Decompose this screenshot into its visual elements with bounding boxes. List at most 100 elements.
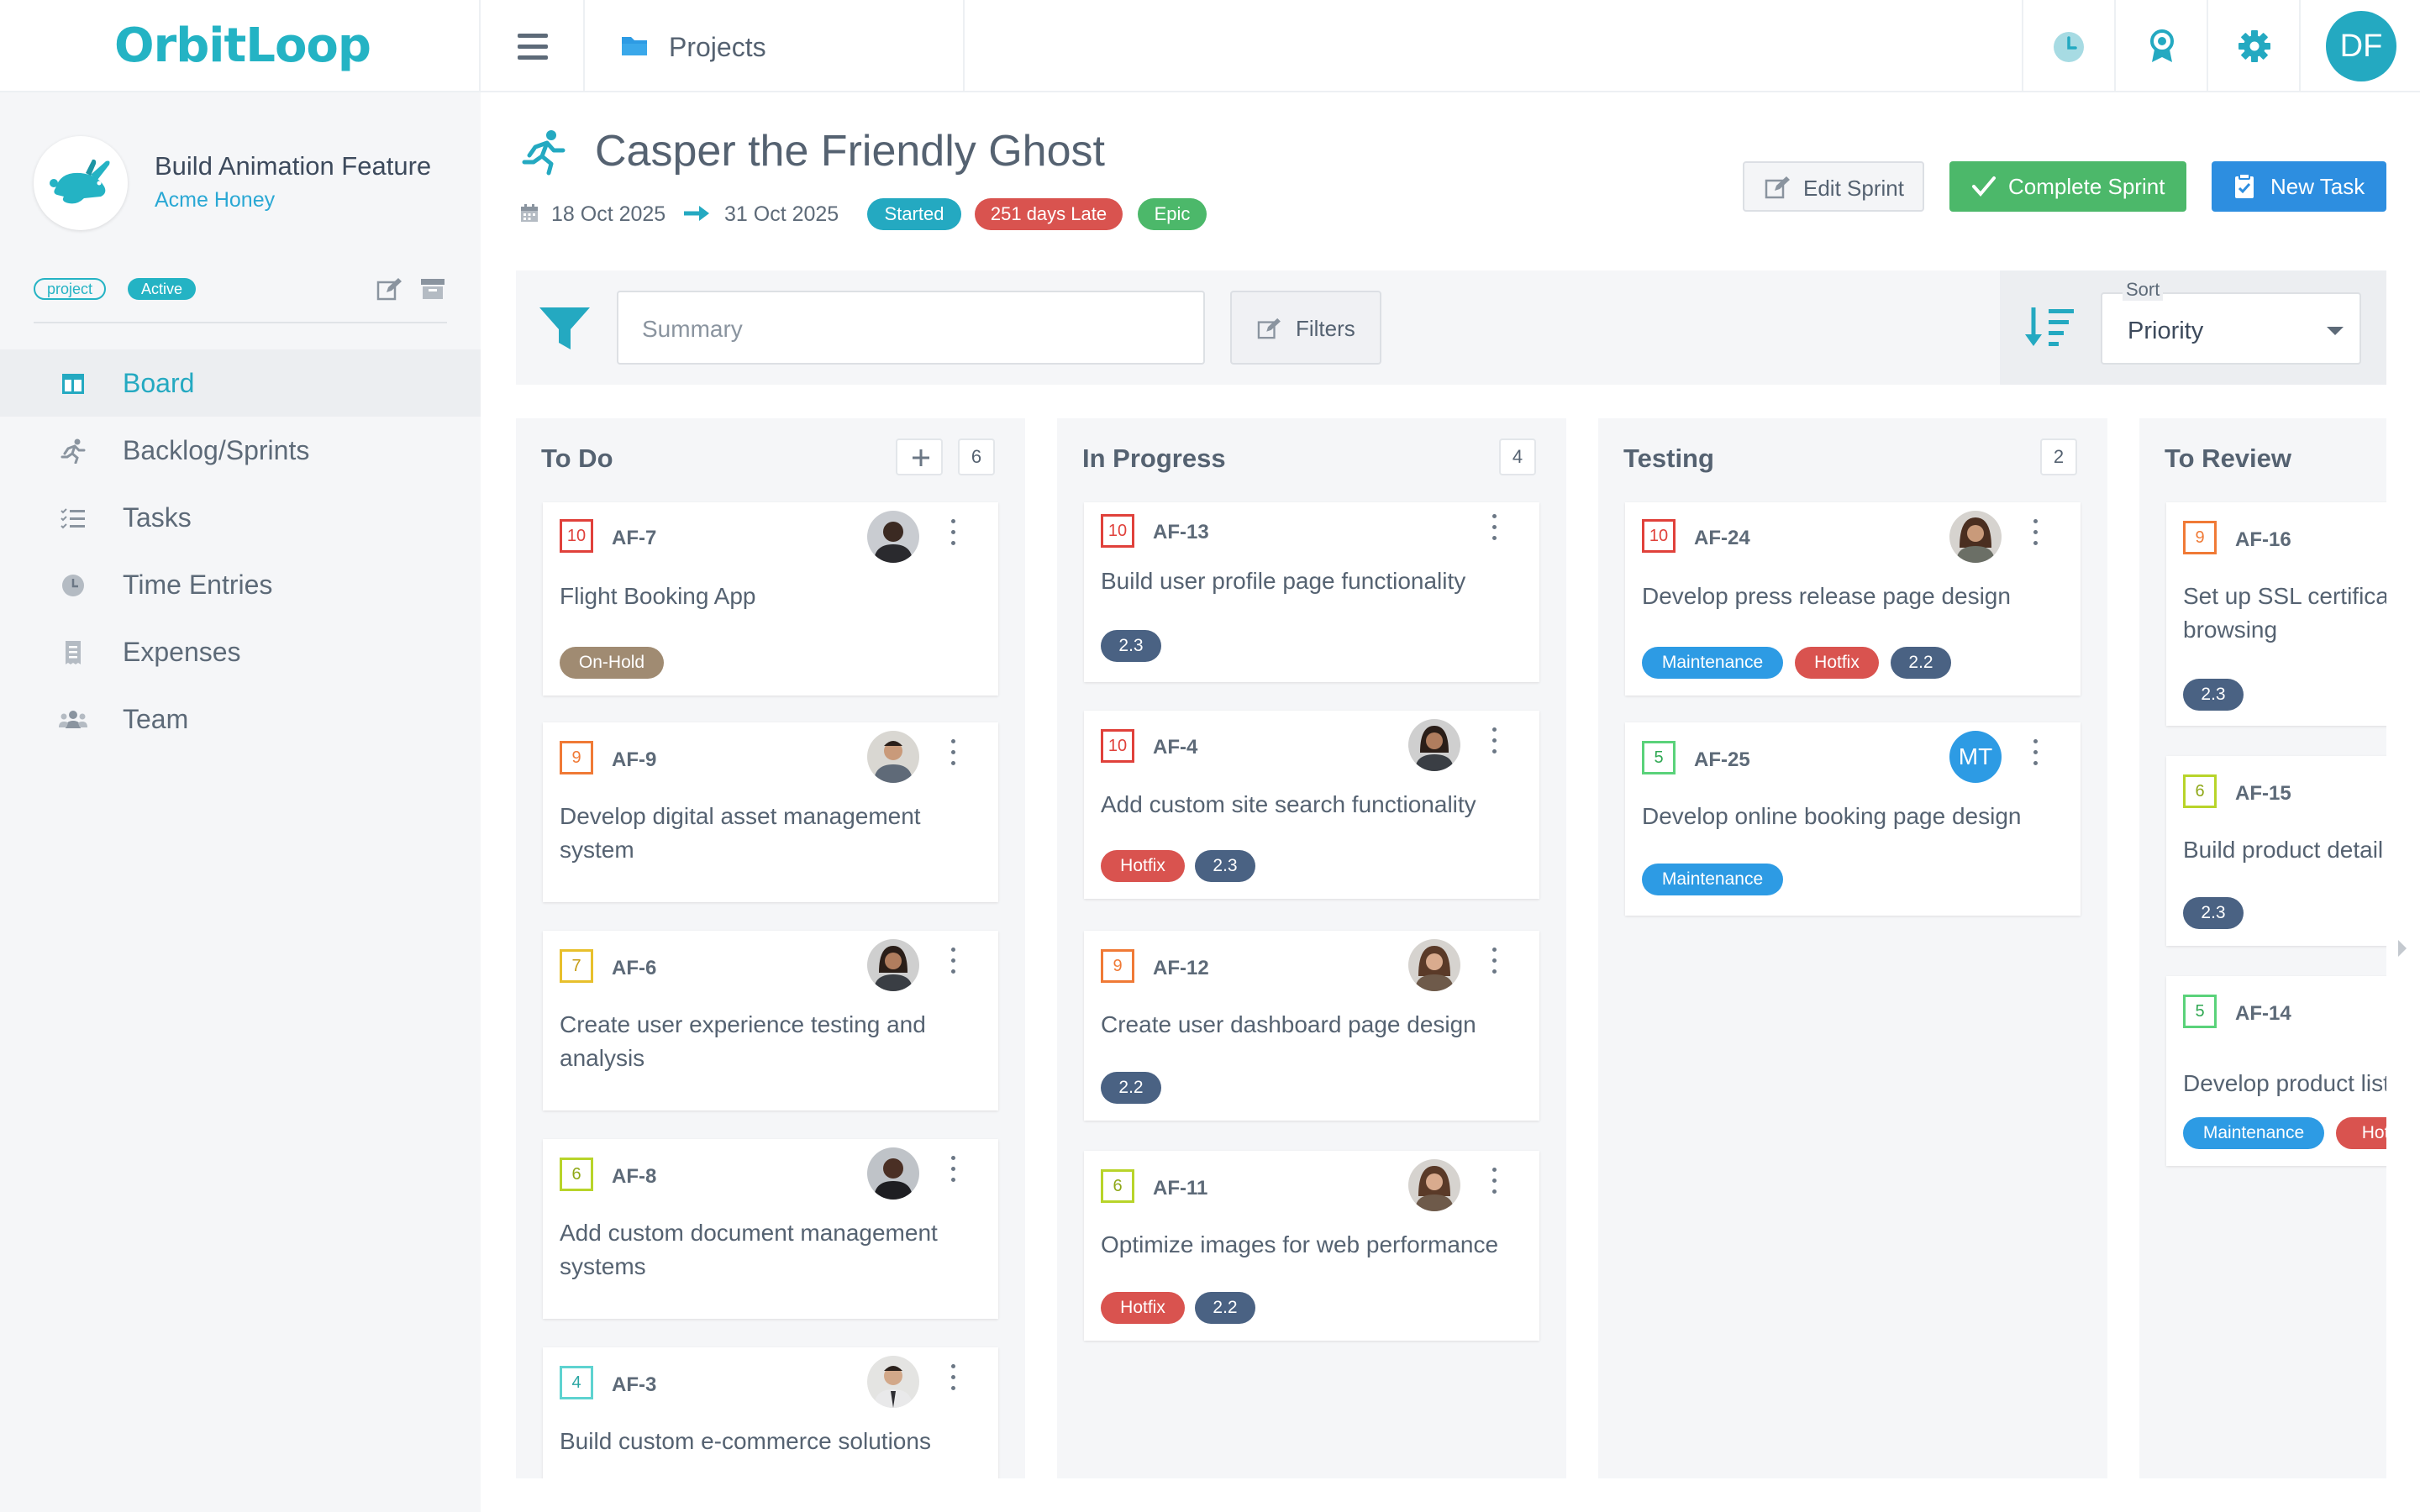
awards-button[interactable] [2114, 0, 2207, 92]
filter-icon[interactable] [538, 306, 592, 353]
app-logo[interactable]: OrbitLoop [114, 18, 371, 73]
more-options-icon[interactable] [1491, 514, 1497, 548]
task-card[interactable]: 5 AF-14 Develop product list Maintenance… [2166, 976, 2386, 1166]
task-key[interactable]: AF-13 [1153, 521, 1209, 544]
avatar[interactable] [867, 511, 919, 563]
task-key[interactable]: AF-6 [612, 957, 656, 980]
task-card[interactable]: 9 AF-16 Set up SSL certifica browsing 2.… [2166, 502, 2386, 726]
task-title: Build user profile page functionality [1101, 568, 1466, 594]
avatar[interactable] [1949, 511, 2002, 563]
settings-button[interactable] [2207, 0, 2299, 92]
version-tag: 2.3 [1101, 630, 1161, 662]
user-avatar[interactable]: DF [2326, 11, 2396, 81]
gear-icon [2238, 30, 2270, 62]
archive-icon[interactable] [420, 277, 445, 301]
edit-sprint-button[interactable]: Edit Sprint [1743, 161, 1924, 212]
avatar[interactable] [1408, 1159, 1460, 1211]
task-card[interactable]: 9 AF-9 Develop digital asset management … [543, 722, 998, 902]
sidebar-item-time-entries[interactable]: Time Entries [0, 551, 481, 618]
avatar[interactable]: MT [1949, 731, 2002, 783]
edit-icon[interactable] [376, 277, 402, 301]
top-bar: OrbitLoop Projects DF [0, 0, 2420, 92]
task-title: Develop product list [2183, 1070, 2386, 1096]
task-title: Develop digital asset management system [560, 803, 921, 863]
new-task-button[interactable]: New Task [2212, 161, 2386, 212]
more-options-icon[interactable] [950, 948, 956, 981]
task-key[interactable]: AF-12 [1153, 957, 1209, 980]
version-tag: 2.3 [2183, 679, 2244, 711]
task-title: Build custom e-commerce solutions [560, 1428, 931, 1454]
task-card[interactable]: 6 AF-8 Add custom document management sy… [543, 1139, 998, 1319]
more-options-icon[interactable] [1491, 1168, 1497, 1201]
sort-descending-icon[interactable] [2023, 304, 2075, 351]
status-tag: On-Hold [560, 647, 664, 679]
time-tracker-button[interactable] [2022, 0, 2114, 92]
scroll-right-icon[interactable] [2396, 939, 2408, 958]
sidebar-item-tasks[interactable]: Tasks [0, 484, 481, 551]
project-avatar [34, 136, 128, 230]
clock-icon [2054, 32, 2084, 62]
project-client-link[interactable]: Acme Honey [155, 188, 275, 213]
task-card[interactable]: 6 AF-11 Optimize images for web performa… [1084, 1151, 1539, 1341]
task-key[interactable]: AF-15 [2235, 782, 2291, 806]
task-key[interactable]: AF-4 [1153, 736, 1197, 759]
sidebar-item-team[interactable]: Team [0, 685, 481, 753]
more-options-icon[interactable] [950, 739, 956, 773]
avatar[interactable] [1408, 939, 1460, 991]
avatar[interactable] [1408, 719, 1460, 771]
task-key[interactable]: AF-16 [2235, 528, 2291, 552]
task-card[interactable]: 10 AF-13 Build user profile page functio… [1084, 502, 1539, 682]
task-card[interactable]: 4 AF-3 Build custom e-commerce solutions [543, 1347, 998, 1478]
task-key[interactable]: AF-7 [612, 527, 656, 550]
filters-button[interactable]: Filters [1230, 291, 1381, 365]
avatar[interactable] [867, 1356, 919, 1408]
complete-sprint-button[interactable]: Complete Sprint [1949, 161, 2186, 212]
task-key[interactable]: AF-3 [612, 1373, 656, 1397]
user-menu[interactable]: DF [2299, 0, 2396, 92]
sort-select[interactable]: Priority [2101, 292, 2361, 365]
sidebar-item-expenses[interactable]: Expenses [0, 618, 481, 685]
add-task-button[interactable] [896, 438, 943, 475]
more-options-icon[interactable] [1491, 948, 1497, 981]
edit-sprint-label: Edit Sprint [1803, 176, 1904, 201]
task-key[interactable]: AF-24 [1694, 527, 1750, 550]
task-title-line: Set up SSL certifica [2183, 583, 2386, 609]
task-card[interactable]: 5 AF-25 MT Develop online booking page d… [1625, 722, 2081, 916]
tasks-list-icon [60, 508, 85, 529]
more-options-icon[interactable] [950, 1156, 956, 1189]
task-key[interactable]: AF-8 [612, 1165, 656, 1189]
summary-search-input[interactable]: Summary [617, 291, 1205, 365]
task-card[interactable]: 6 AF-15 Build product detail 2.3 [2166, 756, 2386, 946]
avatar[interactable] [867, 939, 919, 991]
person-photo [867, 731, 919, 783]
task-key[interactable]: AF-11 [1153, 1177, 1207, 1200]
task-title: Add custom site search functionality [1101, 791, 1476, 817]
sidebar-item-label: Backlog/Sprints [123, 435, 310, 465]
column-count: 4 [1499, 438, 1536, 475]
task-card[interactable]: 10 AF-24 Develop press release page desi… [1625, 502, 2081, 696]
sidebar-item-board[interactable]: Board [0, 349, 481, 417]
more-options-icon[interactable] [2032, 519, 2039, 553]
sidebar-item-backlog-sprints[interactable]: Backlog/Sprints [0, 417, 481, 484]
task-key[interactable]: AF-14 [2235, 1002, 2291, 1026]
more-options-icon[interactable] [2032, 739, 2039, 773]
avatar[interactable] [867, 731, 919, 783]
task-card[interactable]: 10 AF-7 Flight Booking App On-Hold [543, 502, 998, 696]
column-count: 6 [958, 438, 995, 475]
task-key[interactable]: AF-25 [1694, 748, 1750, 772]
task-card[interactable]: 7 AF-6 Create user experience testing an… [543, 931, 998, 1110]
breadcrumb-projects[interactable]: Projects [669, 32, 766, 63]
person-photo [1408, 1159, 1460, 1211]
task-card[interactable]: 9 AF-12 Create user dashboard page desig… [1084, 931, 1539, 1121]
more-options-icon[interactable] [950, 1364, 956, 1398]
board-column-todo: To Do 6 10 AF-7 Flight Booking App On-Ho… [516, 418, 1025, 1478]
breadcrumb[interactable]: Projects [585, 0, 965, 92]
sprint-start-date: 18 Oct 2025 [551, 202, 666, 226]
task-key[interactable]: AF-9 [612, 748, 656, 772]
more-options-icon[interactable] [1491, 727, 1497, 761]
avatar[interactable] [867, 1147, 919, 1200]
person-photo [867, 1356, 919, 1408]
more-options-icon[interactable] [950, 519, 956, 553]
task-card[interactable]: 10 AF-4 Add custom site search functiona… [1084, 711, 1539, 899]
menu-icon[interactable] [481, 0, 585, 92]
